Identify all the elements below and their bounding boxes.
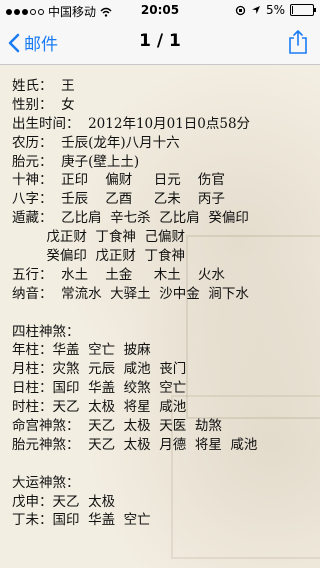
document-line: 遁藏： 乙比肩 辛七杀 乙比肩 癸偏印 [12, 210, 249, 227]
document-line: 四柱神煞： [12, 323, 80, 340]
document-line: 命宫神煞： 天乙 太极 天医 劫煞 [12, 418, 222, 435]
document-line: 大运神煞： [12, 474, 80, 491]
document-line: 时柱：天乙 太极 将星 咸池 [12, 399, 187, 416]
rotation-lock-icon [235, 5, 246, 15]
document-line: 丁未：国印 华盖 空亡 [12, 512, 151, 529]
document-line: 月柱：灾煞 元辰 咸池 丧门 [12, 361, 187, 378]
status-bar: 中国移动 20:05 5% [0, 0, 320, 20]
page-title: 1 / 1 [139, 31, 181, 51]
document-line: 五行： 水土 土金 木土 火水 [12, 266, 225, 283]
document-line: 纳音： 常流水 大驿土 沙中金 涧下水 [12, 285, 249, 302]
document-line: 戊正财 丁食神 己偏财 [12, 229, 185, 246]
share-button[interactable] [288, 29, 308, 59]
document-line: 年柱：华盖 空亡 披麻 [12, 342, 151, 359]
document-line: 戊申：天乙 太极 [12, 493, 116, 510]
share-icon [289, 30, 307, 54]
document-line: 胎元神煞： 天乙 太极 月德 将星 咸池 [12, 436, 258, 453]
attachment-document[interactable]: 姓氏： 王性别： 女出生时间： 2012年10月01日0点58分 农历： 壬辰(龙… [0, 65, 320, 568]
battery-percent: 5% [265, 3, 285, 17]
document-line: 十神： 正印 偏财 日元 伤官 [12, 172, 225, 189]
battery-icon [290, 4, 316, 16]
navigation-bar: 邮件 1 / 1 [0, 20, 320, 65]
document-line: 胎元： 庚子(壁上土) [12, 153, 140, 170]
document-line: 八字： 壬辰 乙酉 乙未 丙子 [12, 191, 225, 208]
status-right: 5% [235, 3, 316, 17]
document-text: 姓氏： 王性别： 女出生时间： 2012年10月01日0点58分 农历： 壬辰(龙… [12, 77, 257, 530]
document-line: 日柱：国印 华盖 绞煞 空亡 [12, 380, 187, 397]
document-line: 出生时间： 2012年10月01日0点58分 [12, 115, 251, 132]
location-icon [251, 6, 260, 14]
document-line: 农历： 壬辰(龙年)八月十六 [12, 134, 180, 151]
document-line: 癸偏印 戊正财 丁食神 [12, 248, 185, 265]
document-line: 性别： 女 [12, 96, 75, 113]
document-line: 姓氏： 王 [12, 78, 75, 94]
